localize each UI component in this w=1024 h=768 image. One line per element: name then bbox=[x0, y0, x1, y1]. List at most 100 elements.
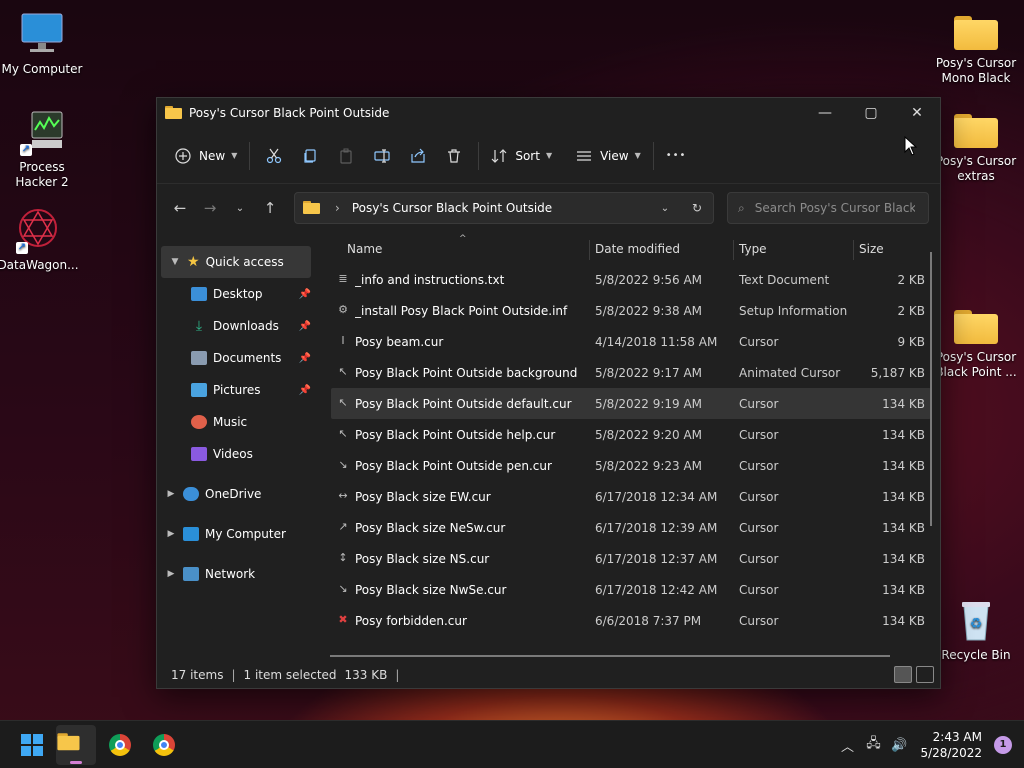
cut-button[interactable] bbox=[256, 138, 292, 174]
more-options-button[interactable]: ••• bbox=[660, 138, 693, 174]
file-row[interactable]: ↔ Posy Black size EW.cur 6/17/2018 12:34 A… bbox=[331, 481, 931, 512]
sort-button[interactable]: Sort ▼ bbox=[485, 138, 558, 174]
file-name: Posy forbidden.cur bbox=[355, 614, 467, 628]
file-row[interactable]: ↘ Posy Black size NwSe.cur 6/17/2018 12:42… bbox=[331, 574, 931, 605]
close-button[interactable]: ✕ bbox=[894, 98, 940, 128]
view-button[interactable]: View ▼ bbox=[570, 138, 647, 174]
pin-icon[interactable]: 📌 bbox=[299, 321, 311, 332]
volume-icon[interactable]: 🔊 bbox=[886, 738, 912, 753]
nav-onedrive[interactable]: ▶ OneDrive bbox=[157, 478, 315, 510]
address-bar[interactable]: › Posy's Cursor Black Point Outside ⌄ ↻ bbox=[294, 192, 714, 224]
pin-icon[interactable]: 📌 bbox=[299, 289, 311, 300]
nav-network[interactable]: ▶ Network bbox=[157, 558, 315, 590]
desktop-icon-recycle-bin[interactable]: ♻ Recycle Bin bbox=[934, 596, 1018, 663]
back-arrow-icon[interactable]: ← bbox=[165, 199, 195, 217]
column-type[interactable]: Type bbox=[739, 242, 767, 256]
address-history-chevron-icon[interactable]: ⌄ bbox=[649, 203, 681, 214]
file-size: 134 KB bbox=[882, 552, 925, 566]
breadcrumb-path[interactable]: Posy's Cursor Black Point Outside bbox=[352, 201, 649, 215]
new-button[interactable]: New ▼ bbox=[169, 138, 243, 174]
nav-item-videos[interactable]: Videos bbox=[157, 438, 315, 470]
chevron-right-icon[interactable]: ▶ bbox=[163, 529, 179, 539]
nav-item-pictures[interactable]: Pictures 📌 bbox=[157, 374, 315, 406]
column-divider[interactable] bbox=[733, 240, 734, 260]
datawagon-icon: ↗ bbox=[14, 206, 62, 254]
desktop-icon-folder-mono-black[interactable]: Posy's Cursor Mono Black bbox=[934, 10, 1018, 86]
file-type: Cursor bbox=[739, 428, 779, 442]
delete-button[interactable] bbox=[436, 138, 472, 174]
file-type: Cursor bbox=[739, 521, 779, 535]
search-input[interactable] bbox=[754, 201, 915, 215]
chevron-down-icon[interactable]: ▼ bbox=[167, 257, 183, 267]
desktop-icon-process-hacker[interactable]: ↗ Process Hacker 2 bbox=[0, 108, 84, 190]
pin-icon[interactable]: 📌 bbox=[299, 385, 311, 396]
file-row[interactable]: ↕ Posy Black size NS.cur 6/17/2018 12:37 A… bbox=[331, 543, 931, 574]
column-divider[interactable] bbox=[853, 240, 854, 260]
file-type: Cursor bbox=[739, 552, 779, 566]
rename-button[interactable] bbox=[364, 138, 400, 174]
forward-arrow-icon[interactable]: → bbox=[195, 199, 225, 217]
nav-item-downloads[interactable]: ⤓ Downloads 📌 bbox=[157, 310, 315, 342]
nav-item-desktop[interactable]: Desktop 📌 bbox=[157, 278, 315, 310]
vertical-scrollbar[interactable] bbox=[930, 252, 932, 526]
refresh-icon[interactable]: ↻ bbox=[681, 201, 713, 215]
clock[interactable]: 2:43 AM 5/28/2022 bbox=[920, 729, 982, 761]
file-name: Posy Black Point Outside pen.cur bbox=[355, 459, 552, 473]
column-name[interactable]: Name bbox=[347, 242, 382, 256]
search-box[interactable]: ⌕ bbox=[727, 192, 929, 224]
recent-locations-chevron-icon[interactable]: ⌄ bbox=[225, 203, 255, 214]
desktop-icon-my-computer[interactable]: My Computer bbox=[0, 10, 84, 77]
file-row[interactable]: ↖ Posy Black Point Outside background m..… bbox=[331, 357, 931, 388]
large-icons-view-icon[interactable] bbox=[916, 666, 934, 683]
file-date: 5/8/2022 9:19 AM bbox=[595, 397, 703, 411]
nav-quick-access[interactable]: ▼ ★ Quick access bbox=[161, 246, 311, 278]
file-row[interactable]: ↖ Posy Black Point Outside help.cur 5/8/20… bbox=[331, 419, 931, 450]
maximize-button[interactable]: ▢ bbox=[848, 98, 894, 128]
file-row[interactable]: ✖ Posy forbidden.cur 6/6/2018 7:37 PM Curso… bbox=[331, 605, 931, 636]
file-name: Posy Black Point Outside background m... bbox=[355, 366, 581, 380]
chevron-right-icon[interactable]: ▶ bbox=[163, 569, 179, 579]
title-bar[interactable]: Posy's Cursor Black Point Outside — ▢ ✕ bbox=[157, 98, 940, 128]
file-date: 6/17/2018 12:34 AM bbox=[595, 490, 718, 504]
minimize-button[interactable]: — bbox=[802, 98, 848, 128]
desktop-icon-label: Posy's Cursor extras bbox=[935, 154, 1017, 183]
file-row[interactable]: ↘ Posy Black Point Outside pen.cur 5/8/202… bbox=[331, 450, 931, 481]
copy-button[interactable] bbox=[292, 138, 328, 174]
column-size[interactable]: Size bbox=[859, 242, 884, 256]
file-row[interactable]: I Posy beam.cur 4/14/2018 11:58 AM Cursor 9 … bbox=[331, 326, 931, 357]
notification-badge[interactable]: 1 bbox=[994, 736, 1012, 754]
start-button[interactable] bbox=[12, 725, 52, 765]
file-row[interactable]: ↗ Posy Black size NeSw.cur 6/17/2018 12:39… bbox=[331, 512, 931, 543]
nav-label: Pictures bbox=[213, 383, 261, 397]
network-icon[interactable]: 🖧 bbox=[860, 734, 886, 756]
desktop-icon-folder-extras[interactable]: Posy's Cursor extras bbox=[934, 108, 1018, 184]
horizontal-scrollbar[interactable] bbox=[330, 655, 890, 657]
file-size: 134 KB bbox=[882, 521, 925, 535]
chevron-right-icon[interactable]: ▶ bbox=[163, 489, 179, 499]
file-type: Cursor bbox=[739, 614, 779, 628]
column-date-modified[interactable]: Date modified bbox=[595, 242, 680, 256]
column-divider[interactable] bbox=[589, 240, 590, 260]
paste-button[interactable] bbox=[328, 138, 364, 174]
nav-item-music[interactable]: Music bbox=[157, 406, 315, 438]
pin-icon[interactable]: 📌 bbox=[299, 353, 311, 364]
share-button[interactable] bbox=[400, 138, 436, 174]
nav-item-documents[interactable]: Documents 📌 bbox=[157, 342, 315, 374]
taskbar-file-explorer[interactable] bbox=[56, 725, 96, 765]
file-row[interactable]: ↖ Posy Black Point Outside default.cur 5/8… bbox=[331, 388, 931, 419]
up-arrow-icon[interactable]: ↑ bbox=[255, 199, 285, 217]
taskbar-chrome-profile[interactable] bbox=[144, 725, 184, 765]
show-hidden-icons-chevron-icon[interactable]: ︿ bbox=[834, 736, 860, 755]
nav-label: Quick access bbox=[205, 255, 284, 269]
taskbar-chrome[interactable] bbox=[100, 725, 140, 765]
file-row[interactable]: ⚙ _install Posy Black Point Outside.inf 5/… bbox=[331, 295, 931, 326]
file-row[interactable]: ≣ _info and instructions.txt 5/8/2022 9:56… bbox=[331, 264, 931, 295]
folder-icon bbox=[165, 106, 183, 120]
details-view-icon[interactable] bbox=[894, 666, 912, 683]
desktop-icon-folder-black-point[interactable]: Posy's Cursor Black Point ... bbox=[934, 304, 1018, 380]
file-name: Posy Black size NeSw.cur bbox=[355, 521, 506, 535]
recycle-bin-icon: ♻ bbox=[952, 596, 1000, 644]
file-type-icon: ↖ bbox=[338, 365, 348, 378]
desktop-icon-datawagon[interactable]: ↗ DataWagon... bbox=[0, 206, 80, 273]
nav-my-computer[interactable]: ▶ My Computer bbox=[157, 518, 315, 550]
